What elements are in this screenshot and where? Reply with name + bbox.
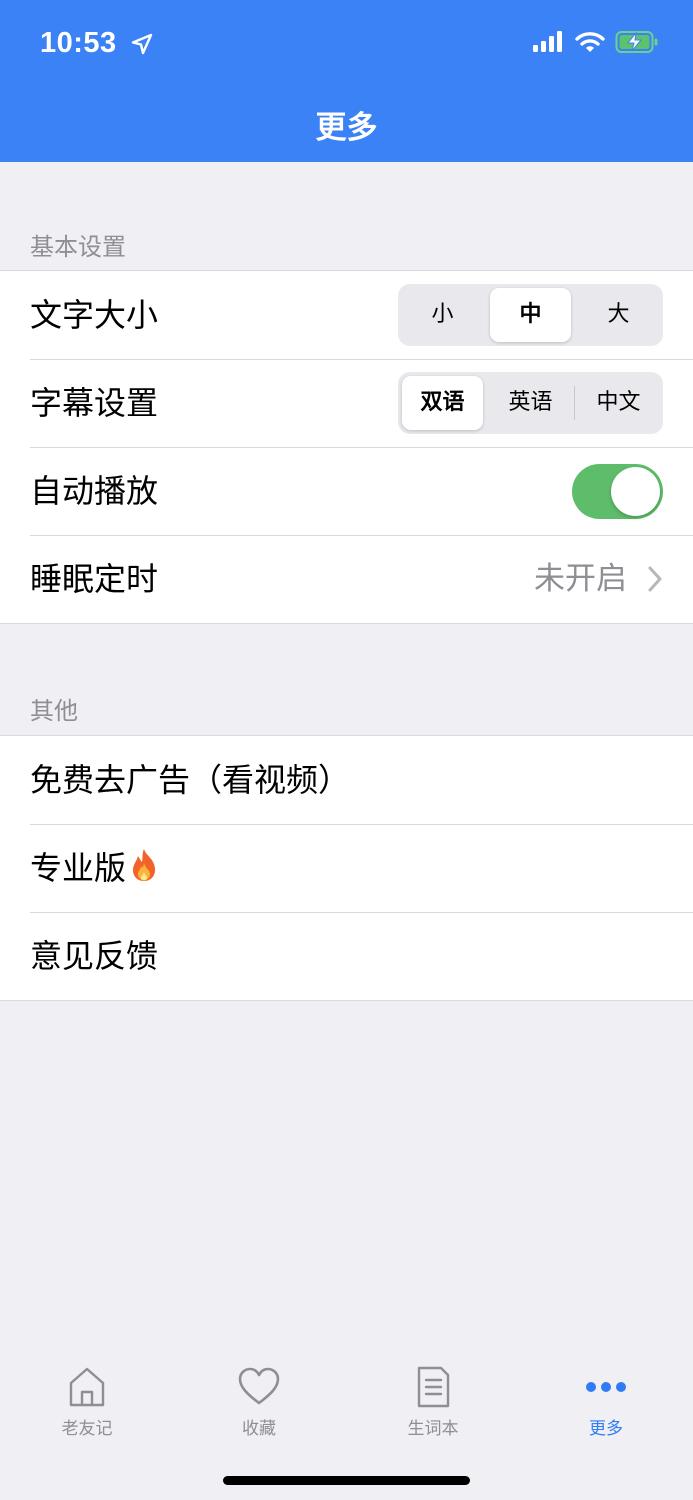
segment-divider <box>574 386 575 420</box>
sleep-timer-value: 未开启 <box>534 561 627 597</box>
cellular-signal-icon <box>533 31 562 52</box>
font-size-small-option[interactable]: 小 <box>402 288 483 342</box>
subtitle-row: 字幕设置 双语 英语 中文 <box>0 359 693 447</box>
page-title: 更多 <box>315 110 378 146</box>
home-indicator <box>223 1476 470 1485</box>
remove-ads-row[interactable]: 免费去广告（看视频） <box>0 736 693 824</box>
feedback-label: 意见反馈 <box>30 937 159 975</box>
feedback-row[interactable]: 意见反馈 <box>0 912 693 1000</box>
chevron-right-icon <box>648 566 662 592</box>
tab-more[interactable]: 更多 <box>546 1364 666 1439</box>
tab-friends[interactable]: 老友记 <box>27 1364 147 1439</box>
wifi-icon <box>575 32 605 52</box>
font-size-row: 文字大小 小 中 大 <box>0 271 693 359</box>
more-icon <box>586 1382 626 1392</box>
tab-friends-label: 老友记 <box>61 1419 113 1439</box>
autoplay-row: 自动播放 <box>0 447 693 535</box>
location-arrow-icon <box>132 34 153 55</box>
pro-version-label-wrap: 专业版 <box>30 824 160 912</box>
font-size-large-option[interactable]: 大 <box>578 288 659 342</box>
tab-favorites[interactable]: 收藏 <box>199 1364 319 1439</box>
font-size-segmented-control: 小 中 大 <box>398 284 663 346</box>
sleep-timer-label: 睡眠定时 <box>30 560 159 598</box>
tab-vocabulary-label: 生词本 <box>407 1419 459 1439</box>
section-header-other: 其他 <box>30 697 78 725</box>
autoplay-toggle[interactable] <box>572 464 663 519</box>
toggle-knob <box>611 467 660 516</box>
header: 10:53 更多 <box>0 0 693 162</box>
font-size-medium-option[interactable]: 中 <box>490 288 571 342</box>
font-size-label: 文字大小 <box>30 296 159 334</box>
sleep-timer-row[interactable]: 睡眠定时 未开启 <box>0 535 693 623</box>
fire-icon <box>133 849 156 881</box>
home-icon <box>69 1367 105 1407</box>
heart-icon <box>238 1367 280 1405</box>
basic-settings-group: 文字大小 小 中 大 字幕设置 双语 英语 中文 自动播放 睡眠定时 未开启 <box>0 270 693 624</box>
tab-favorites-label: 收藏 <box>242 1419 276 1439</box>
status-icons <box>533 30 659 54</box>
battery-charging-icon <box>615 31 658 53</box>
subtitle-segmented-control: 双语 英语 中文 <box>398 372 663 434</box>
status-time-text: 10:53 <box>40 27 117 59</box>
other-settings-group: 免费去广告（看视频） 专业版 意见反馈 <box>0 735 693 1001</box>
pro-version-row[interactable]: 专业版 <box>0 824 693 912</box>
subtitle-english-option[interactable]: 英语 <box>490 376 571 430</box>
document-icon <box>417 1366 450 1408</box>
tab-more-label: 更多 <box>589 1419 623 1439</box>
pro-version-label: 专业版 <box>30 849 127 887</box>
tab-vocabulary[interactable]: 生词本 <box>373 1364 493 1439</box>
subtitle-label: 字幕设置 <box>30 384 159 422</box>
autoplay-label: 自动播放 <box>30 472 159 510</box>
subtitle-bilingual-option[interactable]: 双语 <box>402 376 483 430</box>
subtitle-chinese-option[interactable]: 中文 <box>578 376 659 430</box>
section-header-basic: 基本设置 <box>30 233 126 261</box>
remove-ads-label: 免费去广告（看视频） <box>30 761 351 799</box>
status-time: 10:53 <box>40 27 153 60</box>
